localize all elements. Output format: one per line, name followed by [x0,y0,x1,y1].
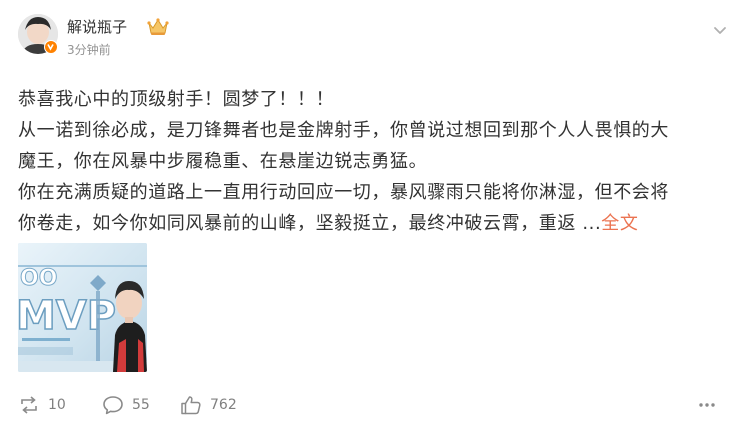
expand-full-text-link[interactable]: 全文 [601,213,638,234]
username[interactable]: 解说瓶子 [67,17,127,37]
post-line: 魔王，你在风暴中步履稳重、在悬崖边锐志勇猛。 [18,151,428,172]
comment-button[interactable]: 55 [102,394,150,416]
more-icon [698,402,724,408]
post-line: 你卷走，如今你如同风暴前的山峰，坚毅挺立，最终冲破云霄，重返 ... [18,213,602,234]
crown-icon[interactable] [146,17,170,37]
post-line: 你在充满质疑的道路上一直用行动回应一切，暴风骤雨只能将你淋湿，但不会将 [18,182,669,203]
image-overlay-digits: OO [20,266,57,291]
action-bar: 10 55 762 [0,390,746,420]
repost-count: 10 [48,397,66,413]
post-text: 恭喜我心中的顶级射手！圆梦了！！！ 从一诺到徐必成，是刀锋舞者也是金牌射手，你曾… [18,84,734,239]
post-timestamp[interactable]: 3分钟前 [67,42,111,58]
like-button[interactable]: 762 [180,394,237,416]
like-icon [180,395,210,415]
post-line: 从一诺到徐必成，是刀锋舞者也是金牌射手，你曾说过想回到那个人人畏惧的大 [18,120,669,141]
more-icon[interactable] [712,22,728,38]
repost-icon [18,395,48,415]
post-image[interactable]: OO MVP [18,243,147,372]
image-overlay-text: MVP [18,293,116,339]
like-count: 762 [210,397,237,413]
post-line: 恭喜我心中的顶级射手！圆梦了！！！ [18,89,335,110]
verified-badge-icon [44,40,58,54]
repost-button[interactable]: 10 [18,394,66,416]
more-options-button[interactable] [698,394,724,416]
post-line-last: 你卷走，如今你如同风暴前的山峰，坚毅挺立，最终冲破云霄，重返 ...全文 [18,208,734,239]
comment-count: 55 [132,397,150,413]
comment-icon [102,395,132,415]
